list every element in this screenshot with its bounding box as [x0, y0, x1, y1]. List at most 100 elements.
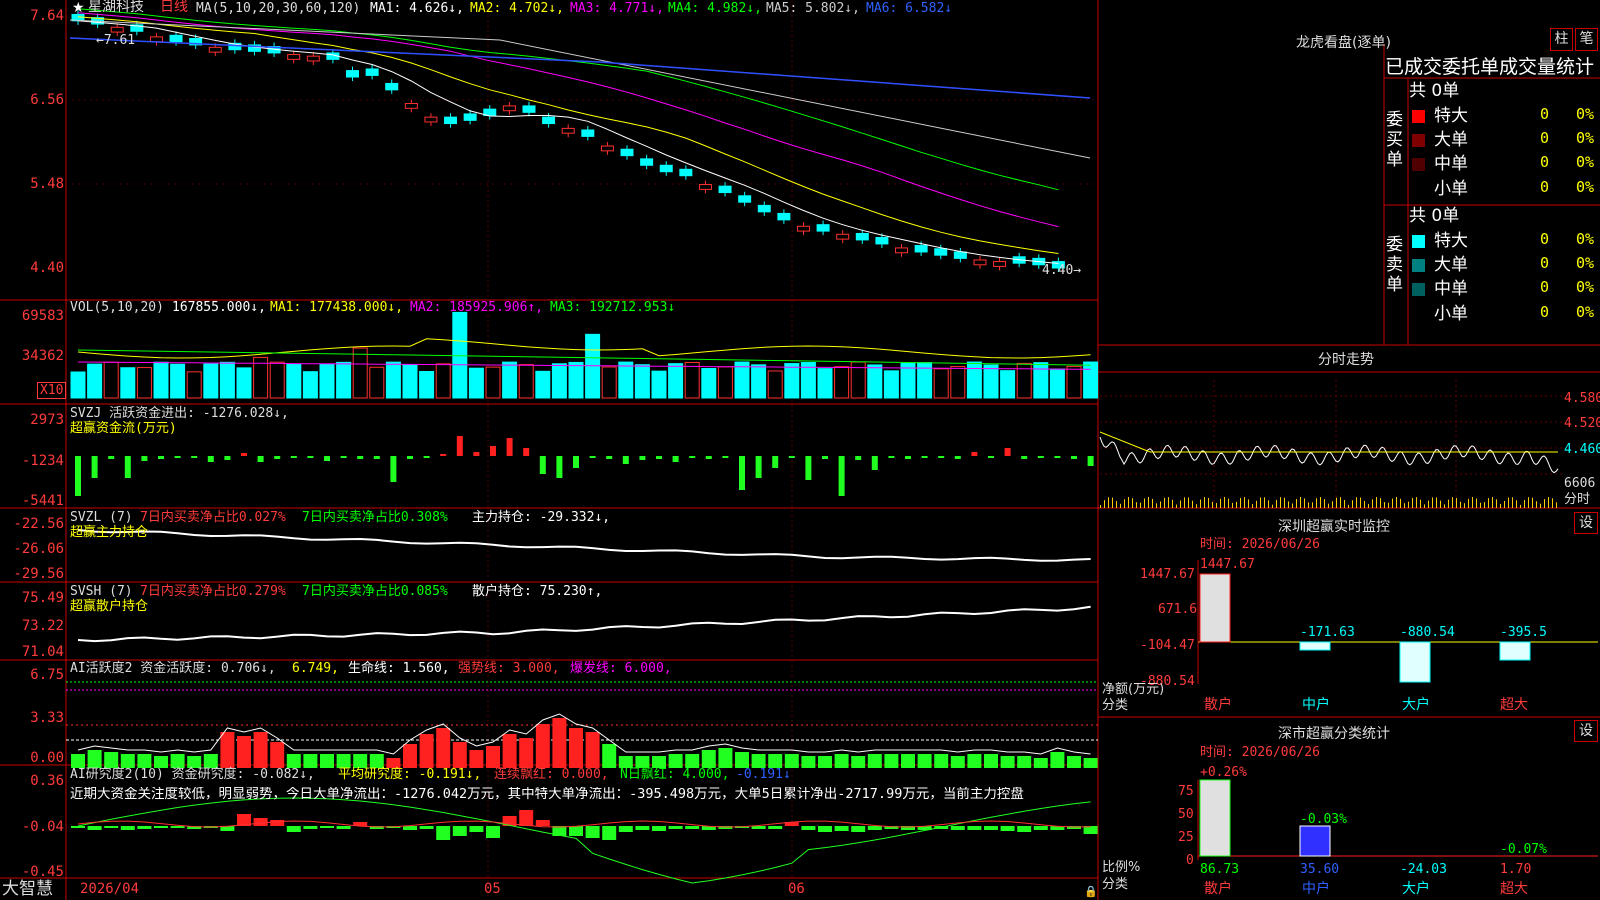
activity-bar	[87, 750, 102, 768]
svzj-label: SVZJ 活跃资金进出: -1276.028↓,	[70, 406, 289, 421]
price-tick-2: 6.56	[30, 92, 64, 108]
intraday-volume-bar	[1220, 498, 1221, 508]
fund-flow-bar	[871, 456, 878, 470]
fund-flow-bar	[954, 456, 961, 459]
activity-bar	[71, 754, 85, 768]
szm-cat-2: 中户	[1302, 697, 1330, 713]
volume-bar	[601, 366, 617, 399]
fund-flow-bar	[274, 456, 281, 459]
szm-settings-button[interactable]: 设	[1574, 512, 1598, 534]
svzl-tick-2: -26.06	[13, 541, 64, 557]
candle-body	[777, 212, 791, 221]
intraday-volume-bar	[1208, 497, 1209, 508]
ma4-line	[77, 8, 1059, 191]
candle-body	[365, 68, 379, 76]
szc-cat-4: 超大	[1500, 881, 1528, 897]
szc-bar-retail	[1199, 779, 1231, 857]
intraday-volume-bar	[1268, 500, 1269, 508]
fund-flow-bar	[373, 456, 380, 459]
candle-body	[895, 247, 909, 254]
candle-body	[993, 261, 1007, 267]
candle-body	[738, 195, 752, 203]
price-tick-4: 4.40	[30, 260, 64, 276]
svzj-tick-2: -1234	[21, 453, 64, 469]
fund-flow-bar	[456, 436, 463, 456]
activity-bar	[469, 750, 484, 768]
intraday-volume-bar	[1260, 497, 1261, 508]
intraday-volume-bar	[1376, 497, 1377, 508]
buy-m-swatch	[1412, 158, 1425, 171]
volume-bar	[535, 370, 551, 399]
fund-flow-bar	[124, 456, 131, 478]
research-bar	[154, 826, 168, 828]
volume-bar	[751, 364, 767, 399]
intraday-volume-bar	[1428, 500, 1429, 508]
szc-settings-button[interactable]: 设	[1574, 720, 1598, 742]
vol-unit-button[interactable]: X10	[37, 382, 67, 399]
fund-flow-bar	[191, 456, 198, 458]
intraday-volume-bar	[1464, 503, 1465, 508]
activity-bar	[668, 754, 683, 768]
intraday-volume-bar	[1308, 502, 1309, 508]
period-label[interactable]: 日线	[160, 0, 188, 15]
intraday-volume-bar	[1200, 499, 1201, 508]
ai2-tick-2: -0.04	[21, 819, 64, 835]
intraday-volume-bar	[1116, 501, 1117, 508]
ma6-label: MA6: 6.582↓	[866, 1, 953, 16]
lhb-tick-button[interactable]: 笔	[1575, 28, 1598, 51]
intraday-volume-bar	[1252, 504, 1253, 508]
candle-body	[424, 116, 438, 123]
lhb-buy-total: 共 0单	[1409, 81, 1460, 101]
intraday-volume-bar	[1332, 501, 1333, 508]
activity-bar	[784, 754, 799, 768]
activity-bar	[237, 736, 251, 768]
fund-flow-bar	[440, 454, 447, 456]
fund-flow-bar	[988, 456, 994, 458]
buy-row-2-count: 0	[1540, 129, 1550, 147]
lock-icon[interactable]: 🔒	[1084, 884, 1098, 899]
intraday-volume-bar	[1140, 502, 1141, 508]
lhb-title: 龙虎看盘(逐单)	[1296, 35, 1391, 51]
brand-label: 大智慧	[2, 879, 53, 899]
research-bar	[834, 826, 849, 831]
buy-row-4-count: 0	[1540, 178, 1550, 196]
intraday-volume-bar	[1384, 502, 1385, 508]
volume-bar	[435, 363, 451, 399]
candle-body	[698, 184, 712, 190]
volume-bar	[983, 364, 999, 399]
volume-bar	[70, 371, 86, 399]
intraday-volume-bar	[1348, 504, 1349, 508]
activity-bar	[867, 754, 882, 768]
candle-body	[306, 55, 320, 62]
intraday-volume-bar	[1472, 497, 1473, 508]
szm-bar-retail	[1199, 573, 1231, 643]
ma3-label: MA3: 4.771↓,	[570, 1, 664, 16]
activity-bar	[1050, 752, 1065, 768]
date-tick-3: 06	[788, 881, 805, 897]
volume-bar	[402, 363, 418, 399]
intraday-volume-bar	[1520, 504, 1521, 508]
volume-bar	[551, 363, 567, 399]
intraday-volume-bar	[1236, 501, 1237, 508]
intraday-volume-bar	[1272, 504, 1273, 508]
activity-bar	[751, 754, 766, 768]
ai2-label-5: -0.191↓	[736, 767, 791, 782]
activity-bar	[818, 756, 832, 768]
intraday-volume-bar	[1440, 500, 1441, 508]
volume-bar	[286, 363, 302, 399]
buy-row-3-count: 0	[1540, 153, 1550, 171]
research-bar	[419, 826, 434, 829]
szm-val-1: 1447.67	[1200, 557, 1255, 572]
fund-flow-bar	[174, 456, 181, 458]
svzl-label-3: 7日内买卖净占比0.308%	[302, 510, 448, 525]
research-bar	[768, 826, 783, 829]
szm-bar-xlarge	[1499, 641, 1531, 661]
svzl-tick-1: -22.56	[13, 516, 64, 532]
lhb-bar-button[interactable]: 柱	[1550, 28, 1573, 51]
intraday-volume-bar	[1212, 501, 1213, 508]
fund-flow-bar	[207, 456, 214, 462]
fund-flow-bar	[357, 456, 364, 459]
buy-l-swatch	[1412, 134, 1425, 147]
research-bar	[967, 826, 982, 830]
fund-flow-bar	[75, 456, 81, 496]
